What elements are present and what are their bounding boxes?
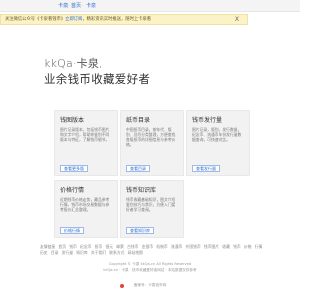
friend-link[interactable]: 银元	[105, 244, 113, 249]
friend-link[interactable]: 历史	[40, 250, 48, 255]
nav-link-home[interactable]: 首页	[71, 3, 81, 9]
friend-link[interactable]: 关于我们	[91, 250, 106, 255]
footer-record[interactable]: 备案号：卡泉钱币网	[0, 283, 300, 288]
friend-link[interactable]: 知识库	[76, 250, 87, 255]
footer-info: kkQa.cn · 卡泉 · 钱币收藏爱好者网站 · 本站数据仅供参考	[103, 268, 197, 272]
friend-link[interactable]: 首页	[58, 244, 66, 249]
hero-tagline: 业余钱币收藏爱好者	[44, 72, 151, 86]
hero-brand: kkQa·卡泉,	[44, 57, 103, 70]
card-description: 图片记录，版别，发行数量，纪念币、流通币年份发行量数据查询，可快速对比。	[192, 127, 242, 142]
card-coin-versions[interactable]: 钱图版本 图片记录版本，包括钱币图片和文字介绍，帮助你鉴别不同版本与特征，了解钱…	[54, 110, 118, 176]
card-description: 近期钱币价格走势，藏品参考行情，钱币市场交易数据与参考报价汇总整理。	[60, 197, 110, 212]
friend-link[interactable]: 机制币	[156, 244, 167, 249]
card-price-trends[interactable]: 价格行情 近期钱币价格走势，藏品参考行情，钱币市场交易数据与参考报价汇总整理。 …	[54, 180, 118, 238]
card-button[interactable]: 查看更多版	[60, 165, 88, 172]
friend-link[interactable]: 目录	[51, 250, 59, 255]
friend-link[interactable]: 外国钱币	[186, 244, 201, 249]
friend-link[interactable]: 价格	[244, 244, 252, 249]
friend-links: 友情链接 首页 钱币 纪念币 纸币 银元 邮票 古钱币 金银币 机制币 流通币 …	[40, 244, 265, 256]
card-button[interactable]: 查看发行量	[192, 165, 220, 172]
friend-link[interactable]: 金银币	[142, 244, 153, 249]
card-banknote-catalog[interactable]: 纸币目录 中国纸币目录，按年代、版别、冠号分类整理，方便查找各版纸币的详细信息与…	[120, 110, 184, 176]
friend-link[interactable]: 钱币图片	[204, 244, 219, 249]
nav-separator: |	[67, 3, 69, 9]
card-description: 图片记录版本，包括钱币图片和文字介绍，帮助你鉴别不同版本与特征，了解钱币细节。	[60, 127, 110, 142]
card-knowledge-base[interactable]: 钱币知识库 钱币收藏基础知识，图文介绍鉴别技巧与常识，方便入门爱好者学习查阅。 …	[120, 180, 184, 238]
friend-link[interactable]: 网站地图	[128, 250, 143, 255]
card-button[interactable]: 查看知识库	[126, 227, 154, 234]
card-title: 钱图版本	[60, 117, 85, 124]
friend-link[interactable]: 纪念币	[80, 244, 91, 249]
card-description: 中国纸币目录，按年代、版别、冠号分类整理，方便查找各版纸币的详细信息与参考价格。	[126, 127, 176, 147]
subscribe-notice: 关注微信公众号《卡泉看钱币》立即订阅，精彩资讯实时推送，随时上卡泉看 X	[0, 14, 248, 25]
card-title: 钱币知识库	[126, 187, 157, 194]
card-title: 钱币发行量	[192, 117, 223, 124]
card-mintage[interactable]: 钱币发行量 图片记录，版别，发行数量，纪念币、流通币年份发行量数据查询，可快速对…	[186, 110, 250, 176]
friend-link[interactable]: 纸币	[95, 244, 103, 249]
friend-link[interactable]: 邮票	[116, 244, 124, 249]
footer-copyright: Copyright © 卡泉 kkQa.cn All Rights Reserv…	[108, 262, 192, 266]
nav-separator: ·	[82, 3, 84, 9]
notice-text: 关注微信公众号《卡泉看钱币》立即订阅，精彩资讯实时推送，随时上卡泉看	[5, 17, 151, 23]
friend-link[interactable]: 联系方式	[109, 250, 124, 255]
card-title: 价格行情	[60, 187, 85, 194]
notice-text-after: ，精彩资讯实时推送，随时上卡泉看	[82, 17, 152, 22]
friend-link[interactable]: 流通币	[171, 244, 182, 249]
friend-link[interactable]: 钱币	[69, 244, 77, 249]
friend-link[interactable]: 钱币	[233, 244, 241, 249]
friend-link[interactable]: 收藏	[222, 244, 230, 249]
top-nav-bar: 卡泉 | 首页 · 卡泉	[0, 0, 300, 12]
card-button[interactable]: 查看目录	[126, 165, 150, 172]
card-title: 纸币目录	[126, 117, 151, 124]
friend-link[interactable]: 发行量	[62, 250, 73, 255]
card-button[interactable]: 价格行情	[60, 227, 84, 234]
notice-subscribe-link[interactable]: 立即订阅	[65, 17, 82, 22]
friend-link[interactable]: 行情	[255, 244, 263, 249]
friend-link[interactable]: 古钱币	[127, 244, 138, 249]
close-icon[interactable]: X	[235, 16, 239, 24]
card-description: 钱币收藏基础知识，图文介绍鉴别技巧与常识，方便入门爱好者学习查阅。	[126, 197, 176, 212]
notice-text-before: 关注微信公众号《卡泉看钱币》	[5, 17, 66, 22]
nav-link-kaquan[interactable]: 卡泉	[86, 3, 96, 9]
friend-link: 友情链接	[40, 244, 56, 249]
